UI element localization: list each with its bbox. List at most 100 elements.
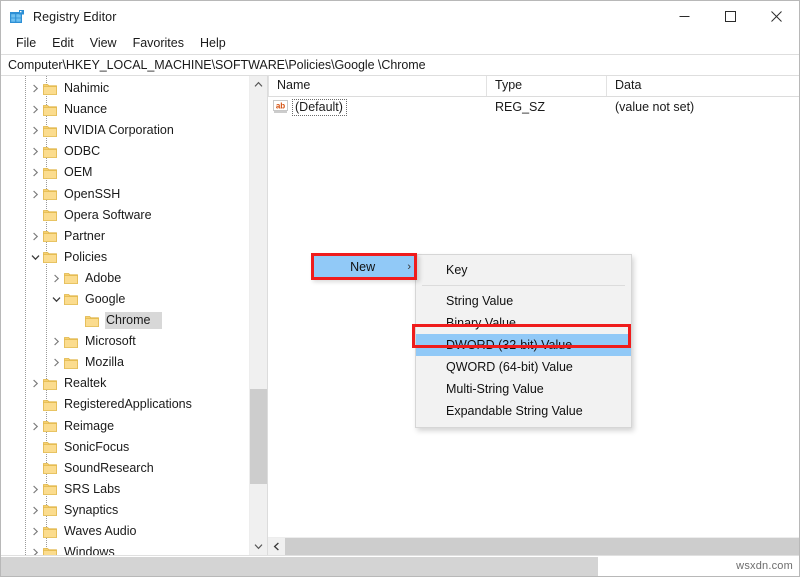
chevron-right-icon[interactable] [27,373,43,394]
scroll-left-button[interactable] [268,538,285,555]
chevron-right-icon[interactable] [27,521,43,542]
window-title: Registry Editor [33,10,116,24]
tree-item-policies[interactable]: Policies [1,247,249,268]
address-bar[interactable]: Computer\HKEY_LOCAL_MACHINE\SOFTWARE\Pol… [1,54,799,76]
tree-item-openssh[interactable]: OpenSSH [1,183,249,204]
scroll-up-button[interactable] [250,76,267,93]
tree-leaf-spacer [27,458,43,479]
value-name-cell[interactable]: ab (Default) [268,99,486,116]
menu-favorites[interactable]: Favorites [125,34,192,53]
menu-help[interactable]: Help [192,34,234,53]
close-icon [771,11,782,22]
tree-vertical-scrollbar[interactable] [249,76,267,555]
tree-item-label: Mozilla [84,354,128,371]
table-row[interactable]: ab (Default) REG_SZ (value not set) [268,97,799,117]
hscroll-thumb[interactable] [285,538,799,555]
chevron-right-icon[interactable] [27,416,43,437]
submenu-item-qword-64bit-value[interactable]: QWORD (64-bit) Value [416,356,631,378]
chevron-right-icon[interactable] [27,120,43,141]
tree-item-label: SoundResearch [63,460,158,477]
tree-item-waves-audio[interactable]: Waves Audio [1,521,249,542]
scroll-down-button[interactable] [250,538,267,555]
main-content: NahimicNuanceNVIDIA CorporationODBCOEMOp… [1,76,799,555]
value-data: (value not set) [606,100,799,114]
chevron-right-icon[interactable] [48,331,64,352]
chevron-right-icon[interactable] [48,352,64,373]
folder-icon [43,167,57,179]
tree-item-google[interactable]: Google [1,289,249,310]
folder-icon [64,357,78,369]
tree-item-label: Realtek [63,375,110,392]
window-controls [661,1,799,32]
tree-item-odbc[interactable]: ODBC [1,141,249,162]
tree-item-nvidia-corporation[interactable]: NVIDIA Corporation [1,120,249,141]
tree-item-synaptics[interactable]: Synaptics [1,500,249,521]
chevron-down-icon[interactable] [48,289,64,310]
tree-item-sonicfocus[interactable]: SonicFocus [1,437,249,458]
tree-item-partner[interactable]: Partner [1,226,249,247]
chevron-right-icon[interactable] [27,479,43,500]
folder-icon [43,526,57,538]
tree-item-label: SonicFocus [63,439,133,456]
tree-item-adobe[interactable]: Adobe [1,268,249,289]
registry-editor-window: Registry Editor File Edit Vi [0,0,800,577]
context-menu-item-new[interactable]: New › [312,255,417,279]
submenu-item-expandable-string-value[interactable]: Expandable String Value [416,400,631,422]
tree-item-windows[interactable]: Windows [1,542,249,555]
scroll-thumb[interactable] [250,389,267,484]
values-horizontal-scrollbar[interactable] [268,537,799,555]
tree-item-label: Google [84,291,129,308]
tree-item-srs-labs[interactable]: SRS Labs [1,479,249,500]
folder-icon [64,336,78,348]
tree-item-opera-software[interactable]: Opera Software [1,205,249,226]
folder-icon [43,230,57,242]
chevron-right-icon[interactable] [27,226,43,247]
menu-file[interactable]: File [8,34,44,53]
tree-item-realtek[interactable]: Realtek [1,373,249,394]
tree-item-nuance[interactable]: Nuance [1,99,249,120]
chevron-right-icon[interactable] [27,141,43,162]
tree-item-chrome[interactable]: Chrome [1,310,249,331]
tree-item-mozilla[interactable]: Mozilla [1,352,249,373]
chevron-right-icon[interactable] [27,78,43,99]
registry-tree[interactable]: NahimicNuanceNVIDIA CorporationODBCOEMOp… [1,76,249,555]
submenu-item-dword-32bit-value[interactable]: DWORD (32-bit) Value [416,334,631,356]
tree-item-microsoft[interactable]: Microsoft [1,331,249,352]
column-header-type[interactable]: Type [486,76,606,96]
submenu-item-multi-string-value[interactable]: Multi-String Value [416,378,631,400]
tree-item-registeredapplications[interactable]: RegisteredApplications [1,394,249,415]
submenu-item-key[interactable]: Key [416,259,631,281]
submenu-item-binary-value[interactable]: Binary Value [416,312,631,334]
tree-item-label: Reimage [63,418,118,435]
minimize-button[interactable] [661,1,707,32]
chevron-right-icon[interactable] [27,162,43,183]
chevron-right-icon[interactable] [27,99,43,120]
tree-item-label: SRS Labs [63,481,124,498]
chevron-right-icon[interactable] [27,500,43,521]
chevron-down-icon[interactable] [27,247,43,268]
tree-item-soundresearch[interactable]: SoundResearch [1,458,249,479]
chevron-right-icon[interactable] [48,268,64,289]
tree-item-oem[interactable]: OEM [1,162,249,183]
new-submenu: Key String Value Binary Value DWORD (32-… [415,254,632,428]
column-header-data[interactable]: Data [606,76,799,96]
chevron-left-icon [273,542,280,551]
menu-view[interactable]: View [82,34,125,53]
hscroll-track[interactable] [285,538,799,555]
tree-item-label: Waves Audio [63,523,141,540]
maximize-button[interactable] [707,1,753,32]
registry-path: Computer\HKEY_LOCAL_MACHINE\SOFTWARE\Pol… [8,58,426,72]
column-header-name[interactable]: Name [268,76,486,96]
menu-edit[interactable]: Edit [44,34,82,53]
tree-item-reimage[interactable]: Reimage [1,416,249,437]
submenu-item-label: String Value [446,294,513,308]
svg-text:ab: ab [276,101,285,110]
scroll-track[interactable] [250,93,267,538]
submenu-item-string-value[interactable]: String Value [416,290,631,312]
chevron-right-icon[interactable] [27,184,43,205]
tree-item-nahimic[interactable]: Nahimic [1,78,249,99]
chevron-right-icon[interactable] [27,542,43,555]
folder-icon [43,483,57,495]
submenu-item-label: DWORD (32-bit) Value [446,338,572,352]
close-button[interactable] [753,1,799,32]
